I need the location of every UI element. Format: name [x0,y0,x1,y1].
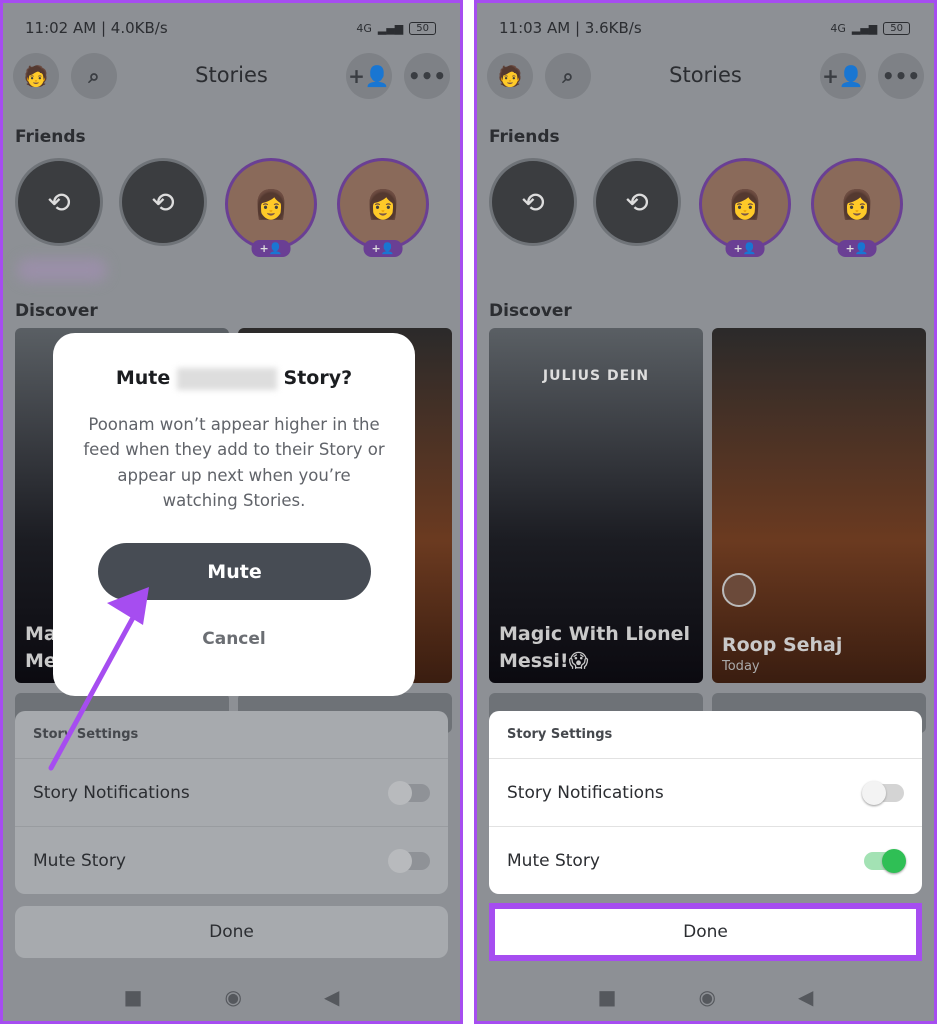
header: 🧑 ⌕ Stories +👤 ••• [13,53,450,101]
friend-story[interactable]: 👩 +👤 [699,158,791,257]
more-icon[interactable]: ••• [404,53,450,99]
add-friend-badge[interactable]: +👤 [725,240,765,257]
back-icon[interactable]: ◀ [798,985,813,1009]
story-notifications-toggle[interactable] [388,780,430,805]
card-subtitle: Today [722,659,760,674]
nav-bar: ■ ◉ ◀ [477,985,934,1009]
home-icon[interactable]: ◉ [699,985,716,1009]
story-notifications-toggle[interactable] [862,780,904,805]
done-button[interactable]: Done [15,906,448,958]
sheet-heading: Story Settings [33,727,139,742]
recents-icon[interactable]: ■ [598,985,617,1009]
friend-story[interactable]: 👩 +👤 [337,158,429,257]
mute-story-toggle[interactable] [388,848,430,873]
nav-bar: ■ ◉ ◀ [3,985,460,1009]
add-friend-icon[interactable]: +👤 [820,53,866,99]
sheet-heading: Story Settings [507,727,613,742]
row-label: Story Notifications [33,782,190,803]
story-settings-sheet: Story Settings Story Notifications Mute … [15,711,448,894]
row-label: Story Notifications [507,782,664,803]
network-type: 4G [356,21,372,35]
add-friend-icon[interactable]: +👤 [346,53,392,99]
mute-story-row[interactable]: Mute Story [489,826,922,894]
redacted-name [17,258,107,282]
status-bar: 11:03 AM | 3.6KB/s 4G ▂▄▆ 50 [499,19,910,37]
row-label: Mute Story [507,850,600,871]
add-friend-badge[interactable]: +👤 [363,240,403,257]
friends-heading: Friends [15,127,86,147]
mute-button[interactable]: Mute [98,543,371,600]
header: 🧑 ⌕ Stories +👤 ••• [487,53,924,101]
friend-story[interactable]: ⟲ [593,158,681,246]
friend-story[interactable]: 👩 +👤 [225,158,317,257]
back-icon[interactable]: ◀ [324,985,339,1009]
friend-story[interactable]: ⟲ [15,158,103,246]
status-bar: 11:02 AM | 4.0KB/s 4G ▂▄▆ 50 [25,19,436,37]
friend-story[interactable]: ⟲ [489,158,577,246]
discover-card[interactable]: JULIUS DEIN Magic With Lionel Messi!😱 [489,328,703,683]
screen-right: 11:03 AM | 3.6KB/s 4G ▂▄▆ 50 🧑 ⌕ Stories +👤… [474,0,937,1024]
battery-level: 50 [409,21,436,35]
discover-heading: Discover [489,301,572,321]
add-friend-badge[interactable]: +👤 [251,240,291,257]
screen-left: 11:02 AM | 4.0KB/s 4G ▂▄▆ 50 🧑 ⌕ Stories +👤… [0,0,463,1024]
card-brand: JULIUS DEIN [542,368,650,384]
mute-story-toggle[interactable] [864,848,906,873]
add-friend-badge[interactable]: +👤 [837,240,877,257]
recents-icon[interactable]: ■ [124,985,143,1009]
battery-level: 50 [883,21,910,35]
card-title: Roop Sehaj [722,634,843,656]
dialog-title: Mute Story? [53,367,415,390]
done-button[interactable]: Done [489,903,922,961]
network-type: 4G [830,21,846,35]
card-title: Magic With Lionel Messi!😱 [499,623,691,672]
status-time: 11:03 AM | 3.6KB/s [499,19,642,37]
mute-dialog: Mute Story? Poonam won’t appear higher i… [53,333,415,696]
story-notifications-row[interactable]: Story Notifications [15,758,448,826]
more-icon[interactable]: ••• [878,53,924,99]
story-settings-sheet: Story Settings Story Notifications Mute … [489,711,922,894]
cancel-button[interactable]: Cancel [53,629,415,649]
signal-icon: ▂▄▆ [851,21,878,35]
friend-story[interactable]: 👩 +👤 [811,158,903,257]
discover-card[interactable]: Roop Sehaj Today [712,328,926,683]
row-label: Mute Story [33,850,126,871]
friends-heading: Friends [489,127,560,147]
title-suffix: Story? [283,367,353,389]
discover-heading: Discover [15,301,98,321]
story-notifications-row[interactable]: Story Notifications [489,758,922,826]
dialog-body: Poonam won’t appear higher in the feed w… [83,414,385,511]
creator-avatar [722,573,756,607]
signal-icon: ▂▄▆ [377,21,404,35]
redacted-name [176,367,277,390]
title-prefix: Mute [115,367,171,389]
mute-story-row[interactable]: Mute Story [15,826,448,894]
status-time: 11:02 AM | 4.0KB/s [25,19,168,37]
home-icon[interactable]: ◉ [225,985,242,1009]
friend-story[interactable]: ⟲ [119,158,207,246]
